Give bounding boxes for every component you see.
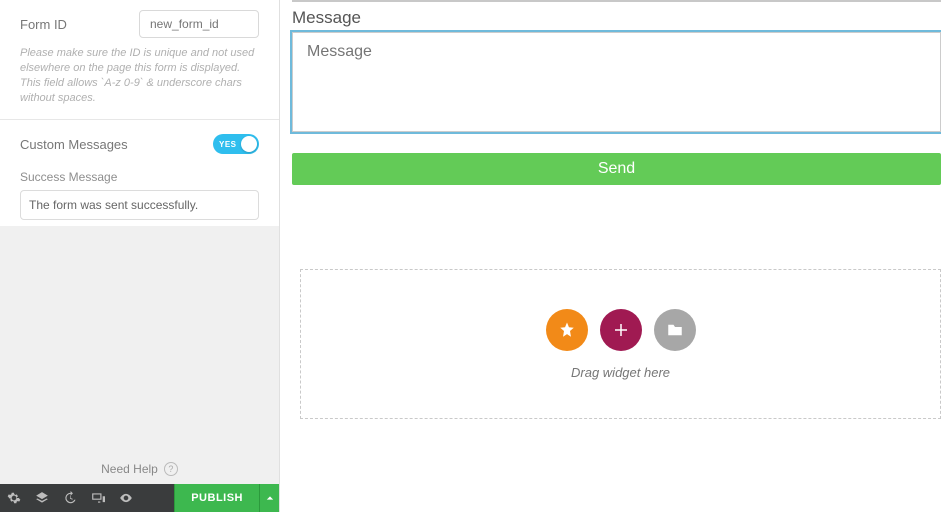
gear-icon[interactable] xyxy=(0,484,28,512)
send-button[interactable]: Send xyxy=(292,153,941,185)
eye-icon[interactable] xyxy=(112,484,140,512)
success-message-label: Success Message xyxy=(20,170,259,190)
publish-dropdown-caret[interactable] xyxy=(259,484,279,512)
custom-messages-label: Custom Messages xyxy=(20,137,128,152)
message-textarea[interactable] xyxy=(292,32,941,132)
previous-field-outline xyxy=(292,0,941,2)
history-icon[interactable] xyxy=(56,484,84,512)
form-preview-canvas: Message Send Drag widget here xyxy=(280,0,941,512)
devices-icon[interactable] xyxy=(84,484,112,512)
help-icon: ? xyxy=(164,462,178,476)
folder-icon[interactable] xyxy=(654,309,696,351)
bottom-toolbar: PUBLISH xyxy=(0,484,279,512)
form-id-label: Form ID xyxy=(20,17,67,32)
need-help-text: Need Help xyxy=(101,462,158,476)
dropzone-text: Drag widget here xyxy=(571,365,670,380)
widget-dropzone[interactable]: Drag widget here xyxy=(300,269,941,419)
toggle-state-text: YES xyxy=(213,140,237,149)
plus-icon[interactable] xyxy=(600,309,642,351)
toggle-knob xyxy=(241,136,257,152)
message-field-label: Message xyxy=(292,8,941,32)
settings-sidebar: Form ID Please make sure the ID is uniqu… xyxy=(0,0,280,512)
publish-button[interactable]: PUBLISH xyxy=(174,484,259,512)
star-icon[interactable] xyxy=(546,309,588,351)
form-id-input[interactable] xyxy=(139,10,259,38)
sidebar-filler xyxy=(0,226,279,452)
custom-messages-toggle[interactable]: YES xyxy=(213,134,259,154)
success-message-input[interactable] xyxy=(20,190,259,220)
need-help-link[interactable]: Need Help ? xyxy=(0,452,279,484)
layers-icon[interactable] xyxy=(28,484,56,512)
form-id-hint: Please make sure the ID is unique and no… xyxy=(0,42,279,119)
